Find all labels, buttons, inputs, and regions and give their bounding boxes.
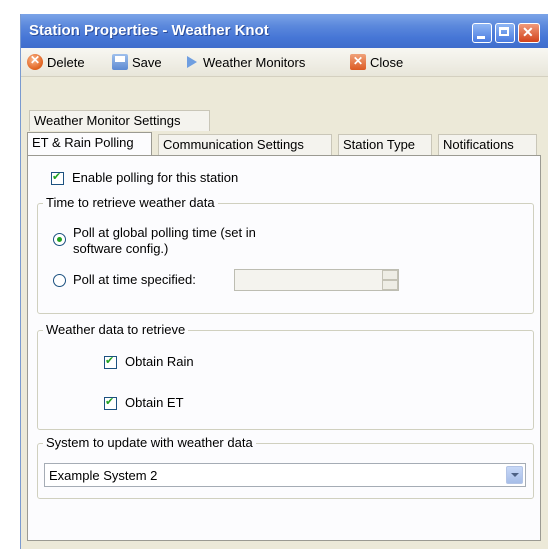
tab-station-type[interactable]: Station Type [338,134,432,155]
delete-icon [27,53,43,70]
maximize-button[interactable] [495,23,515,43]
time-spin-up[interactable] [382,270,398,280]
system-select[interactable]: Example System 2 [44,463,526,487]
poll-time-input[interactable] [234,269,399,291]
obtain-rain-label: Obtain Rain [125,354,194,369]
time-spin-down[interactable] [382,280,398,290]
weather-data-group: Weather data to retrieve [37,322,534,430]
title-bar[interactable]: Station Properties - Weather Knot [21,14,548,48]
close-label: Close [370,54,404,70]
time-to-retrieve-group: Time to retrieve weather data [37,195,534,314]
obtain-et-label: Obtain ET [125,395,184,410]
obtain-et-checkbox[interactable] [104,395,117,410]
weather-data-title: Weather data to retrieve [43,322,189,337]
tab-et-rain-polling[interactable]: ET & Rain Polling [27,132,152,155]
poll-specified-label: Poll at time specified: [73,272,196,287]
poll-specified-radio[interactable] [53,274,66,287]
minimize-button[interactable] [472,23,492,43]
window-close-button[interactable] [518,23,540,43]
poll-global-radio[interactable] [53,233,66,246]
save-icon [112,54,128,70]
delete-button[interactable]: Delete [27,53,85,71]
obtain-rain-checkbox[interactable] [104,354,117,369]
toolbar: Delete Save Weather Monitors Close [21,48,548,77]
system-group-title: System to update with weather data [43,435,256,450]
delete-label: Delete [47,54,85,70]
save-button[interactable]: Save [112,53,162,71]
enable-polling-label: Enable polling for this station [72,170,239,185]
window-title: Station Properties - Weather Knot [29,22,269,39]
weather-monitors-button[interactable]: Weather Monitors [185,53,305,71]
system-select-value: Example System 2 [49,468,158,483]
poll-global-label-1: Poll at global polling time (set in [73,225,256,240]
arrow-right-icon [187,56,197,68]
tab-notifications[interactable]: Notifications [438,134,537,155]
weather-monitors-label: Weather Monitors [203,54,306,70]
time-to-retrieve-title: Time to retrieve weather data [43,195,218,210]
chevron-down-icon[interactable] [506,466,523,484]
tab-communication-settings[interactable]: Communication Settings [158,134,332,155]
save-label: Save [132,54,162,70]
tab-weather-monitor-settings[interactable]: Weather Monitor Settings [29,110,210,131]
close-button[interactable]: Close [350,53,403,71]
close-icon [350,54,366,70]
poll-global-label-2: software config.) [73,241,169,256]
enable-polling-checkbox[interactable] [51,170,64,185]
station-properties-window: Station Properties - Weather Knot Delete… [20,14,548,549]
et-rain-polling-panel: Enable polling for this station Time to … [27,155,541,541]
